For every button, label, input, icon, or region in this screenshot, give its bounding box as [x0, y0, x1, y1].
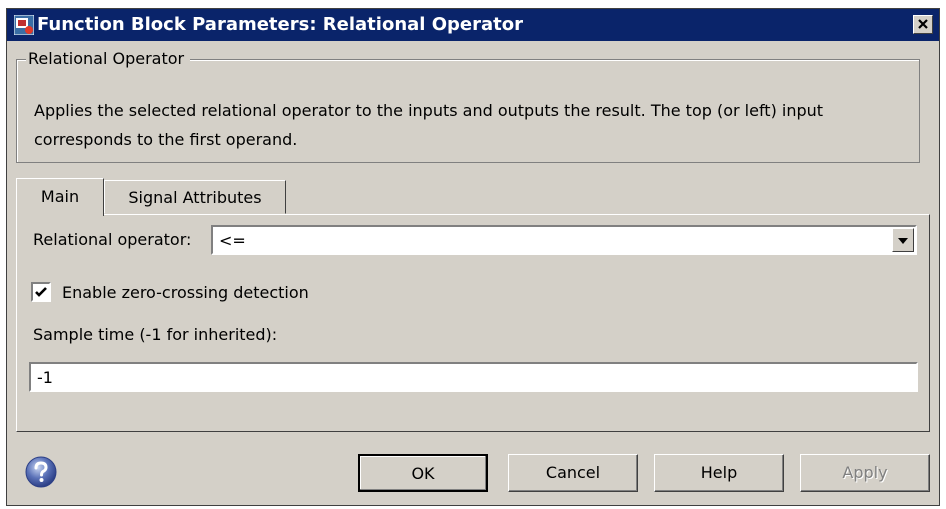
close-button[interactable] — [913, 15, 933, 34]
ok-button[interactable]: OK — [358, 454, 488, 492]
cancel-button-label: Cancel — [545, 463, 601, 482]
simulink-block-icon — [13, 14, 35, 36]
apply-button-label: Apply — [842, 463, 888, 482]
title-bar[interactable]: Function Block Parameters: Relational Op… — [7, 9, 939, 41]
tab-main-label: Main — [40, 187, 80, 206]
chevron-down-icon — [898, 238, 908, 244]
question-icon — [25, 456, 57, 488]
tab-signal-attributes[interactable]: Signal Attributes — [104, 180, 286, 214]
help-button-label: Help — [700, 463, 738, 482]
check-icon — [35, 287, 47, 297]
group-legend: Relational Operator — [26, 48, 191, 70]
block-description: Applies the selected relational operator… — [34, 101, 824, 149]
sample-time-label: Sample time (-1 for inherited): — [33, 325, 278, 344]
cancel-button[interactable]: Cancel — [508, 454, 638, 492]
help-icon[interactable] — [24, 455, 58, 489]
tab-main[interactable]: Main — [16, 178, 104, 216]
window-title: Function Block Parameters: Relational Op… — [37, 14, 523, 35]
relational-operator-value: <= — [219, 231, 246, 250]
sample-time-input[interactable]: -1 — [29, 362, 918, 392]
zero-crossing-label[interactable]: Enable zero-crossing detection — [62, 282, 309, 304]
sample-time-value: -1 — [37, 368, 53, 387]
zero-crossing-checkbox[interactable] — [31, 282, 51, 302]
dropdown-button[interactable] — [892, 228, 914, 252]
relational-operator-select[interactable]: <= — [211, 225, 917, 255]
ok-button-label: OK — [411, 464, 435, 483]
close-icon — [918, 19, 928, 29]
relational-operator-label: Relational operator: — [33, 230, 192, 249]
help-button[interactable]: Help — [654, 454, 784, 492]
apply-button[interactable]: Apply — [800, 454, 930, 492]
tab-signal-attributes-label: Signal Attributes — [128, 188, 262, 207]
